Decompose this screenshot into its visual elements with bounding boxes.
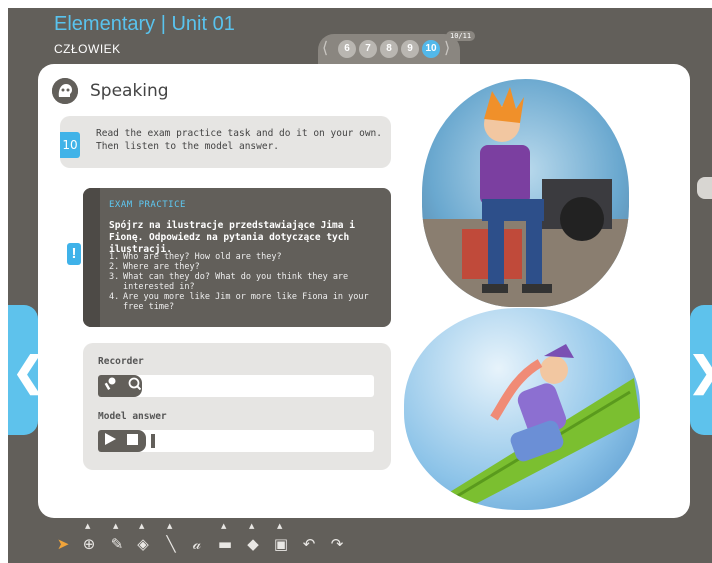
illustration-jim — [422, 79, 629, 307]
play-icon[interactable] — [104, 430, 116, 452]
head-silhouette-icon — [52, 78, 78, 104]
page-dot[interactable]: 7 — [359, 40, 377, 58]
recorder-bar — [98, 375, 374, 397]
task-number-badge: 10 — [60, 132, 80, 158]
eraser-icon[interactable]: ▲ ◆ — [242, 522, 264, 558]
list-item: 4. Are you more like Jim or more like Fio… — [109, 292, 369, 312]
exam-instruction: Spójrz na ilustracje przedstawiające Jim… — [109, 220, 355, 255]
player-controls — [98, 430, 146, 452]
ink-drop-icon[interactable]: ▲ ◈ — [132, 522, 154, 558]
page-dot[interactable]: 6 — [338, 40, 356, 58]
next-page-button[interactable]: ❯ — [688, 305, 712, 435]
exclamation-icon: ! — [67, 243, 81, 265]
prev-page-button[interactable]: ❮ — [8, 305, 46, 435]
section-title: Speaking — [90, 81, 169, 101]
exam-practice-card: EXAM PRACTICE Spójrz na ilustracje przed… — [83, 188, 391, 327]
page-dot[interactable]: 9 — [401, 40, 419, 58]
note-icon[interactable]: ▲ ▣ — [270, 522, 292, 558]
pen-icon[interactable]: ▲ ✎ — [106, 522, 128, 558]
prev-page-arrow-icon[interactable]: ⟨ — [322, 38, 328, 58]
search-icon[interactable] — [128, 375, 142, 397]
next-page-arrow-icon[interactable]: ⟩ — [444, 38, 450, 58]
page-dot[interactable]: 8 — [380, 40, 398, 58]
playback-slider-handle[interactable] — [151, 434, 155, 448]
list-item: 2. Where are they? — [109, 262, 200, 272]
illustration-fiona — [404, 308, 640, 510]
zoom-icon[interactable]: ▲ ⊕ — [78, 522, 100, 558]
recorder-label: Recorder — [98, 356, 144, 367]
recorder-controls — [98, 375, 142, 397]
unit-subtitle: CZŁOWIEK — [54, 42, 121, 56]
content-panel: Speaking 10 Read the exam practice task … — [38, 64, 690, 518]
microphone-icon[interactable] — [104, 375, 117, 397]
exam-heading: EXAM PRACTICE — [109, 200, 186, 210]
chevron-right-icon: ❯ — [688, 349, 712, 395]
page-dot-active[interactable]: 10 — [422, 40, 440, 58]
list-item: 1. Who are they? How old are they? — [109, 252, 282, 262]
chevron-left-icon: ❮ — [12, 350, 46, 394]
rectangle-icon[interactable]: ▲ ▬ — [214, 522, 236, 558]
question-list: 1. Who are they? How old are they? 2. Wher… — [109, 252, 384, 312]
page-navigator: ⟨ 6 7 8 9 10 ⟩ — [318, 34, 460, 66]
model-answer-label: Model answer — [98, 411, 167, 422]
pointer-icon[interactable]: ➤ — [52, 530, 74, 558]
task-instruction: Read the exam practice task and do it on… — [96, 128, 382, 152]
list-item: 3. What can they do? What do you think th… — [109, 272, 349, 292]
redo-icon[interactable]: ↷ — [326, 530, 348, 558]
side-drawer-tab[interactable] — [697, 177, 712, 199]
page-title: Elementary | Unit 01 — [54, 13, 235, 35]
audio-card: Recorder Model answer — [83, 343, 391, 470]
text-icon[interactable]: 𝒶 — [186, 530, 208, 558]
undo-icon[interactable]: ↶ — [298, 530, 320, 558]
card-strip — [83, 188, 100, 327]
task-card: 10 Read the exam practice task and do it… — [60, 116, 391, 168]
stop-icon[interactable] — [127, 430, 139, 452]
line-icon[interactable]: ▲ ╲ — [160, 522, 182, 558]
page-count-badge: 10/11 — [446, 31, 476, 41]
model-answer-bar — [98, 430, 374, 452]
